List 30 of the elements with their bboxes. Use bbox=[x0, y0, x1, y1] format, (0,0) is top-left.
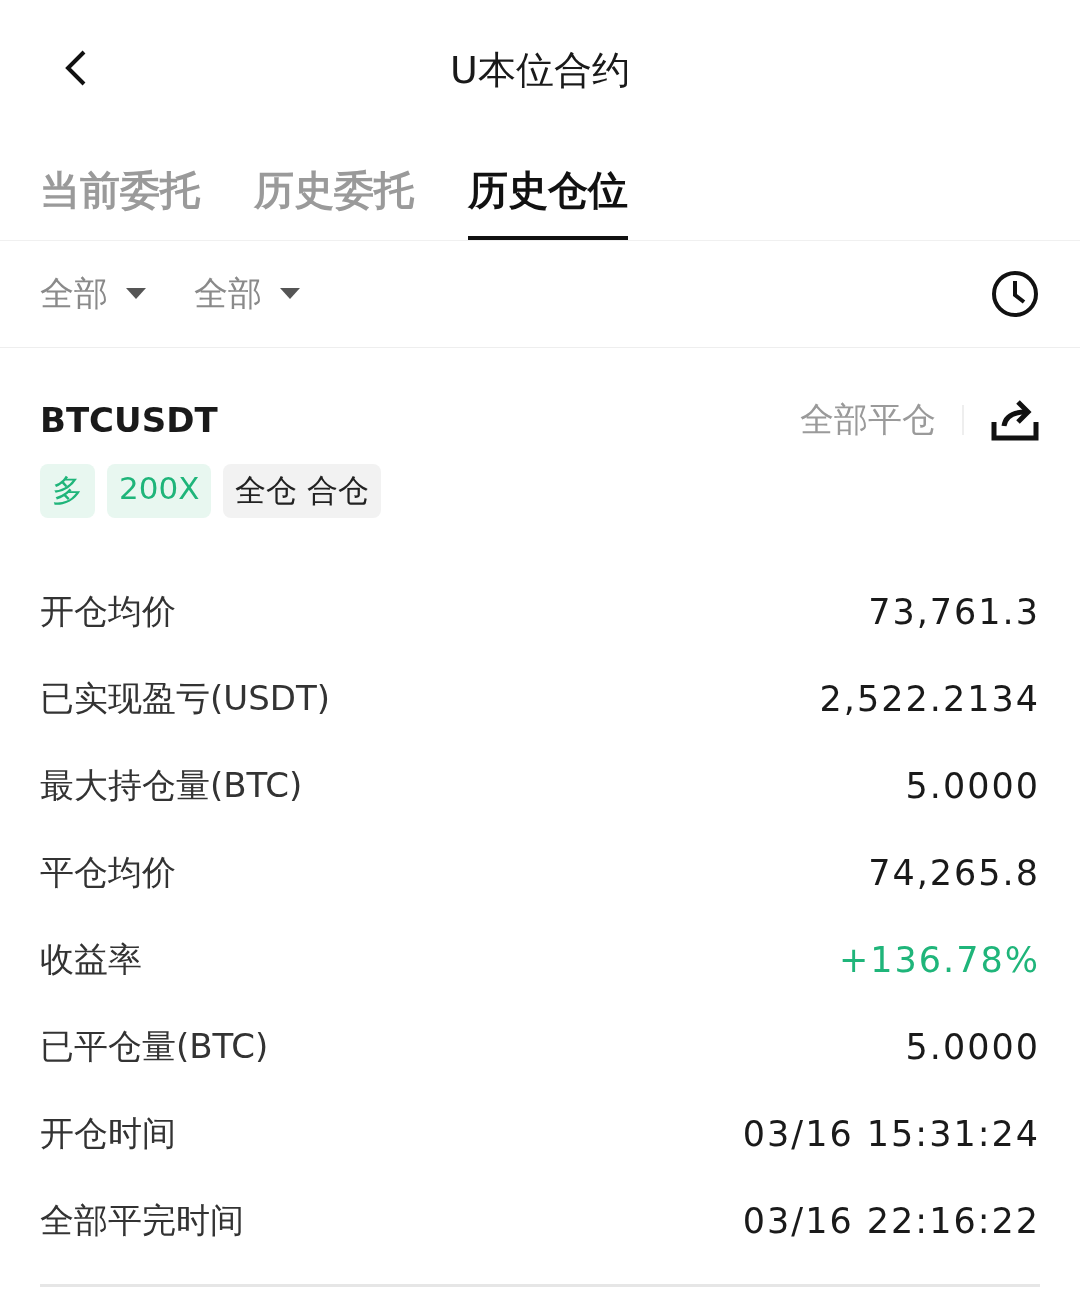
field-label: 开仓均价 bbox=[40, 589, 176, 633]
caret-icon bbox=[280, 288, 300, 300]
field-label: 已平仓量(BTC) bbox=[40, 1024, 269, 1068]
field-label: 开仓时间 bbox=[40, 1111, 176, 1155]
tag: 多 bbox=[40, 464, 95, 518]
tab[interactable]: 当前委托 bbox=[40, 140, 200, 240]
field-value: 03/16 22:16:22 bbox=[742, 1200, 1040, 1241]
filter-dropdown[interactable]: 全部 bbox=[40, 271, 108, 317]
field-value: 5.0000 bbox=[905, 1026, 1040, 1067]
tab[interactable]: 历史仓位 bbox=[468, 140, 628, 240]
caret-icon bbox=[126, 288, 146, 300]
field-label: 最大持仓量(BTC) bbox=[40, 763, 303, 807]
field-value: 2,522.2134 bbox=[819, 678, 1040, 719]
tab[interactable]: 历史委托 bbox=[254, 140, 414, 240]
field-value: 73,761.3 bbox=[868, 591, 1040, 632]
field-value: 5.0000 bbox=[905, 765, 1040, 806]
clock-icon[interactable] bbox=[990, 269, 1040, 319]
page-title: U本位合约 bbox=[450, 46, 630, 94]
close-all-button[interactable]: 全部平仓 bbox=[800, 397, 936, 443]
field-label: 已实现盈亏(USDT) bbox=[40, 676, 330, 720]
tag: 200X bbox=[107, 464, 212, 518]
symbol: BTCUSDT bbox=[40, 400, 218, 440]
field-value: +136.78% bbox=[838, 939, 1040, 980]
tag: 全仓 合仓 bbox=[223, 464, 382, 518]
field-label: 平仓均价 bbox=[40, 850, 176, 894]
field-label: 收益率 bbox=[40, 937, 142, 981]
field-label: 全部平完时间 bbox=[40, 1198, 244, 1242]
field-value: 74,265.8 bbox=[868, 852, 1040, 893]
filter-dropdown[interactable]: 全部 bbox=[194, 271, 262, 317]
field-value: 03/16 15:31:24 bbox=[742, 1113, 1040, 1154]
